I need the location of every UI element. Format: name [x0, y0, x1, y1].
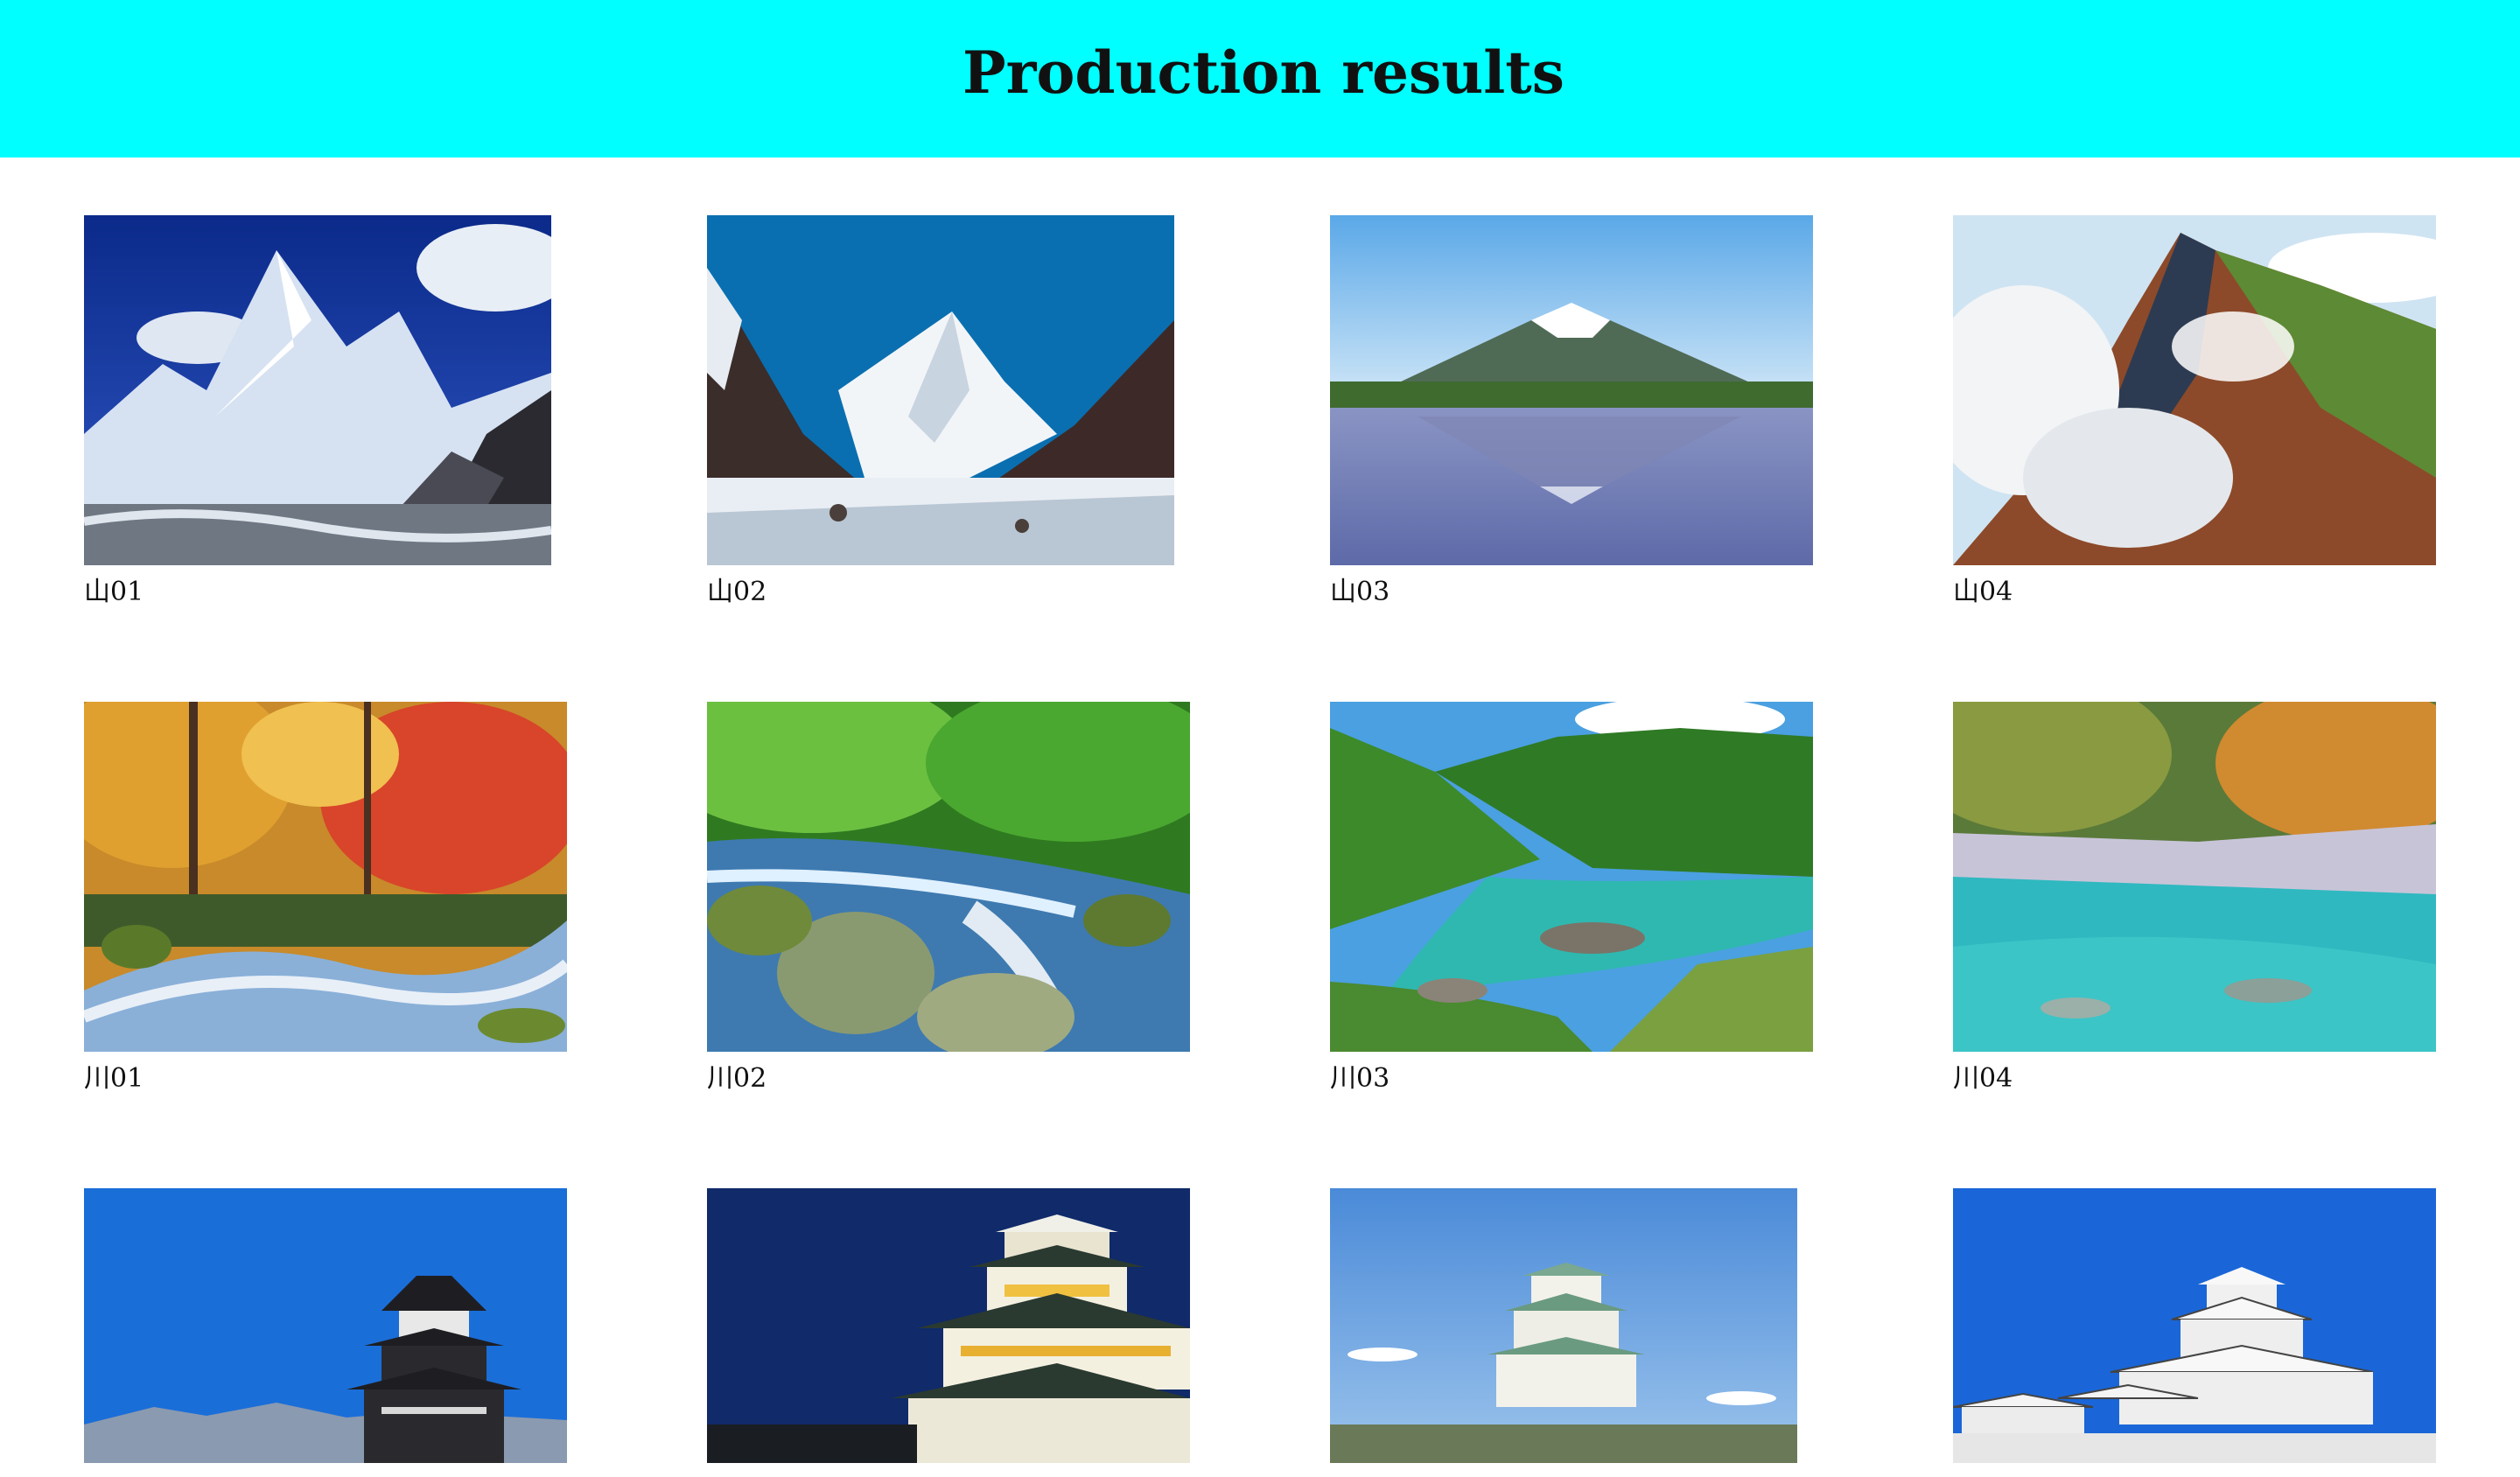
mountain-04-image[interactable]: [1953, 215, 2436, 565]
gallery-item-castle-02[interactable]: [707, 1188, 1190, 1477]
mountain-02-caption: 山02: [707, 577, 767, 607]
castle-04-image[interactable]: [1953, 1188, 2436, 1463]
gallery-item-river-01[interactable]: 川01: [84, 702, 567, 1092]
gallery-item-castle-01[interactable]: [84, 1188, 567, 1477]
mountain-03-image[interactable]: [1330, 215, 1813, 565]
river-02-image[interactable]: [707, 702, 1190, 1052]
river-02-caption: 川02: [707, 1063, 767, 1094]
gallery-item-castle-03[interactable]: [1330, 1188, 1797, 1477]
mountain-03-caption: 山03: [1330, 577, 1390, 607]
mountain-01-caption: 山01: [84, 577, 144, 607]
page-title: Production results: [962, 38, 1564, 107]
gallery-item-castle-04[interactable]: [1953, 1188, 2436, 1477]
gallery-item-mountain-04[interactable]: 山04: [1953, 215, 2436, 606]
gallery-item-mountain-03[interactable]: 山03: [1330, 215, 1813, 606]
mountain-01-image[interactable]: [84, 215, 551, 565]
gallery-item-mountain-02[interactable]: 山02: [707, 215, 1174, 606]
mountain-02-image[interactable]: [707, 215, 1174, 565]
gallery-item-river-04[interactable]: 川04: [1953, 702, 2436, 1092]
page-header: Production results: [0, 0, 2520, 158]
castle-02-image[interactable]: [707, 1188, 1190, 1463]
castle-01-image[interactable]: [84, 1188, 567, 1463]
river-03-caption: 川03: [1330, 1063, 1390, 1094]
photo-gallery: 山01 山02 山03 山04 川01 川02 川03 川04: [0, 158, 2520, 1463]
river-04-caption: 川04: [1953, 1063, 2013, 1094]
gallery-item-river-03[interactable]: 川03: [1330, 702, 1813, 1092]
river-01-image[interactable]: [84, 702, 567, 1052]
castle-03-image[interactable]: [1330, 1188, 1797, 1463]
river-01-caption: 川01: [84, 1063, 144, 1094]
gallery-item-river-02[interactable]: 川02: [707, 702, 1190, 1092]
gallery-item-mountain-01[interactable]: 山01: [84, 215, 551, 606]
mountain-04-caption: 山04: [1953, 577, 2013, 607]
river-03-image[interactable]: [1330, 702, 1813, 1052]
river-04-image[interactable]: [1953, 702, 2436, 1052]
